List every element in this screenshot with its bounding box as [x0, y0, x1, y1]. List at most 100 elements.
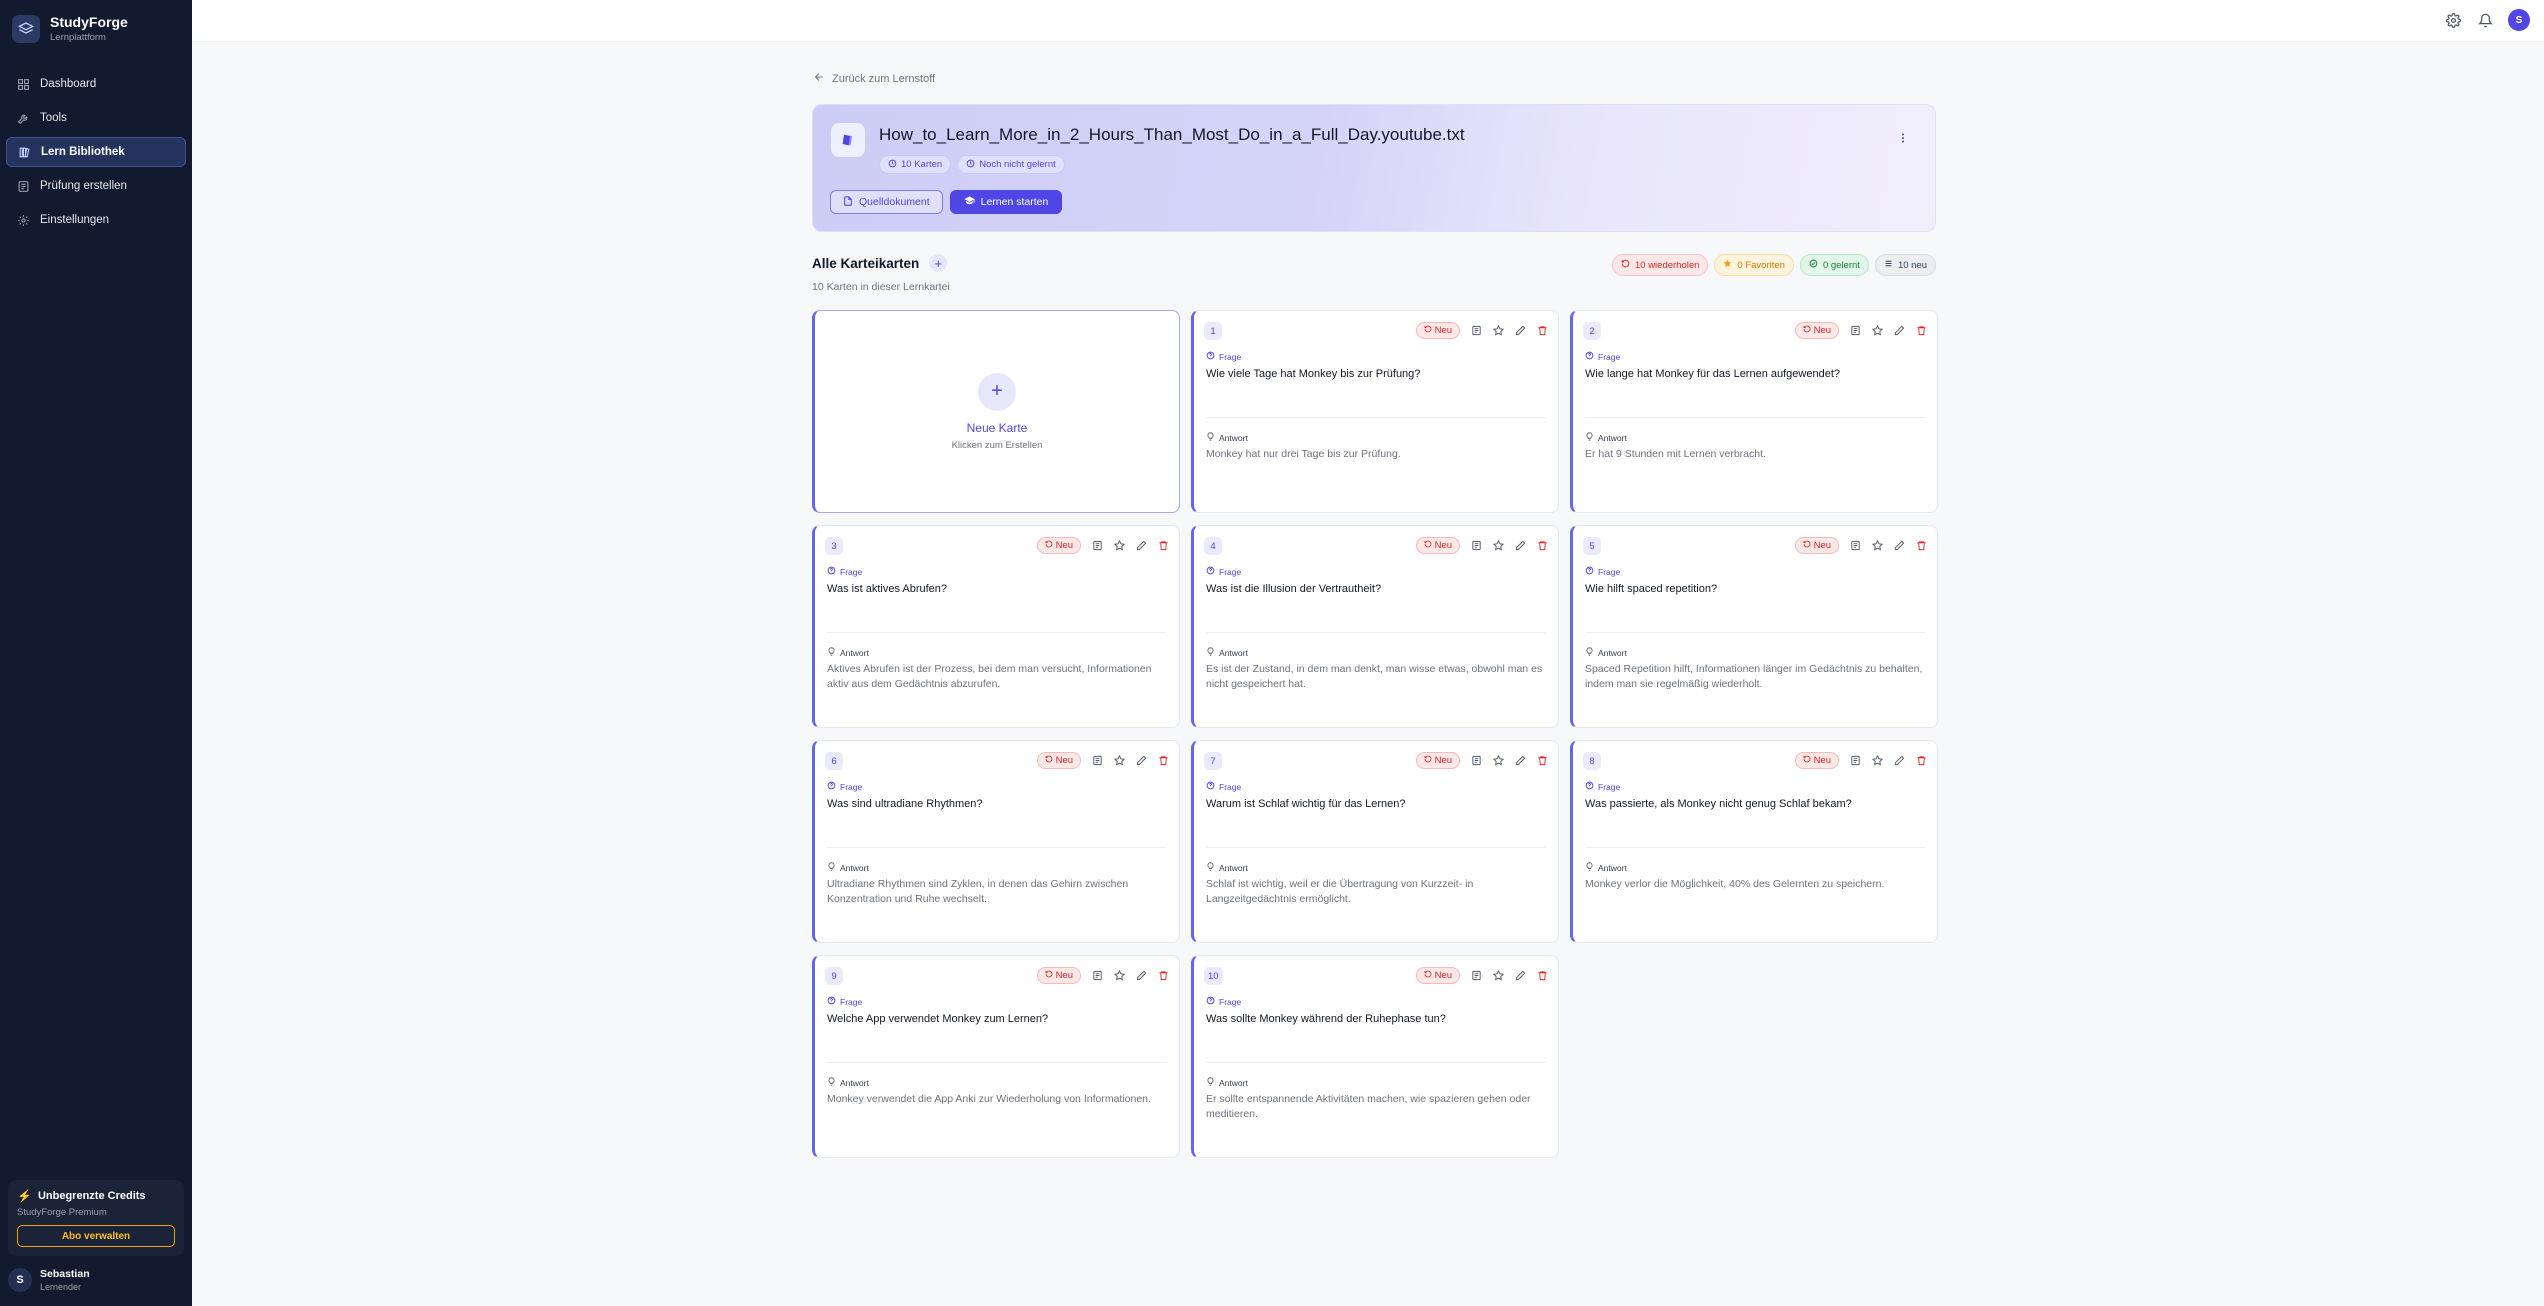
- answer-text: Monkey hat nur drei Tage bis zur Prüfung…: [1206, 448, 1401, 460]
- add-card-button[interactable]: +: [929, 254, 948, 272]
- flashcard[interactable]: 4 Neu Frage Was ist die Illusion der Ver…: [1191, 525, 1559, 728]
- question-label: Frage: [1206, 781, 1241, 792]
- filter-favorites[interactable]: 0 Favoriten: [1714, 254, 1794, 276]
- star-icon[interactable]: [1871, 540, 1883, 552]
- bell-icon[interactable]: [2476, 11, 2494, 29]
- notes-icon[interactable]: [1849, 755, 1861, 767]
- notes-icon[interactable]: [1470, 540, 1482, 552]
- star-icon[interactable]: [1492, 540, 1504, 552]
- new-status-badge[interactable]: Neu: [1036, 967, 1081, 984]
- library-icon: [17, 145, 31, 159]
- answer-label-text: Antwort: [1219, 862, 1248, 873]
- notes-icon[interactable]: [1091, 970, 1103, 982]
- flashcard[interactable]: 1 Neu Frage Wie viele Tage hat Monkey bi…: [1191, 310, 1559, 513]
- avatar[interactable]: S: [2508, 9, 2530, 31]
- notes-icon[interactable]: [1849, 325, 1861, 337]
- edit-icon[interactable]: [1514, 325, 1526, 337]
- edit-icon[interactable]: [1893, 540, 1905, 552]
- edit-icon[interactable]: [1514, 755, 1526, 767]
- new-status-badge[interactable]: Neu: [1794, 752, 1839, 769]
- star-icon[interactable]: [1113, 755, 1125, 767]
- status-label: Noch nicht gelernt: [979, 159, 1056, 170]
- flashcard[interactable]: 3 Neu Frage Was ist aktives Abrufen? Ant…: [812, 525, 1180, 728]
- new-status-badge[interactable]: Neu: [1036, 752, 1081, 769]
- question-text: Was ist aktives Abrufen?: [827, 583, 948, 595]
- trash-icon[interactable]: [1157, 540, 1169, 552]
- question-label: Frage: [1585, 566, 1620, 577]
- notes-icon[interactable]: [1470, 755, 1482, 767]
- sidebar-item-library[interactable]: Lern Bibliothek: [6, 137, 186, 167]
- notes-icon[interactable]: [1470, 970, 1482, 982]
- trash-icon[interactable]: [1157, 970, 1169, 982]
- source-document-button[interactable]: Quelldokument: [830, 190, 943, 214]
- star-icon[interactable]: [1871, 325, 1883, 337]
- edit-icon[interactable]: [1514, 540, 1526, 552]
- edit-icon[interactable]: [1514, 970, 1526, 982]
- manage-subscription-button[interactable]: Abo verwalten: [17, 1225, 175, 1247]
- star-icon[interactable]: [1871, 755, 1883, 767]
- divider: [1585, 632, 1925, 633]
- star-icon[interactable]: [1113, 540, 1125, 552]
- new-status-badge[interactable]: Neu: [1415, 752, 1460, 769]
- flashcard[interactable]: 10 Neu Frage Was sollte Monkey während d…: [1191, 955, 1559, 1158]
- divider: [1206, 1062, 1546, 1063]
- star-icon[interactable]: [1492, 325, 1504, 337]
- star-icon[interactable]: [1492, 970, 1504, 982]
- trash-icon[interactable]: [1915, 755, 1927, 767]
- filter-learned[interactable]: 0 gelernt: [1799, 254, 1869, 276]
- question-label: Frage: [1585, 781, 1620, 792]
- sidebar-item-dashboard[interactable]: Dashboard: [6, 69, 186, 99]
- new-status-badge[interactable]: Neu: [1415, 537, 1460, 554]
- trash-icon[interactable]: [1536, 540, 1548, 552]
- new-status-badge[interactable]: Neu: [1794, 537, 1839, 554]
- trash-icon[interactable]: [1915, 540, 1927, 552]
- answer-label: Antwort: [1585, 647, 1627, 658]
- edit-icon[interactable]: [1135, 755, 1147, 767]
- trash-icon[interactable]: [1157, 755, 1169, 767]
- new-status-badge[interactable]: Neu: [1415, 322, 1460, 339]
- edit-icon[interactable]: [1893, 755, 1905, 767]
- trash-icon[interactable]: [1536, 325, 1548, 337]
- trash-icon[interactable]: [1536, 755, 1548, 767]
- answer-label-text: Antwort: [1598, 647, 1627, 658]
- notes-icon[interactable]: [1849, 540, 1861, 552]
- star-icon[interactable]: [1492, 755, 1504, 767]
- flashcard[interactable]: 2 Neu Frage Wie lange hat Monkey für das…: [1570, 310, 1938, 513]
- filter-repeat[interactable]: 10 wiederholen: [1611, 254, 1709, 276]
- trash-icon[interactable]: [1536, 970, 1548, 982]
- new-status-badge[interactable]: Neu: [1415, 967, 1460, 984]
- edit-icon[interactable]: [1135, 970, 1147, 982]
- sidebar-item-tools[interactable]: Tools: [6, 103, 186, 133]
- sidebar-item-create-exam[interactable]: Prüfung erstellen: [6, 171, 186, 201]
- filter-new[interactable]: 10 neu: [1874, 254, 1936, 276]
- new-card-tile[interactable]: + Neue Karte Klicken zum Erstellen: [812, 310, 1180, 513]
- back-link[interactable]: Zurück zum Lernstoff: [813, 71, 935, 86]
- flashcard[interactable]: 8 Neu Frage Was passierte, als Monkey ni…: [1570, 740, 1938, 943]
- start-learning-button[interactable]: Lernen starten: [949, 190, 1063, 214]
- card-count-label: 10 Karten: [901, 159, 943, 170]
- notes-icon[interactable]: [1470, 325, 1482, 337]
- new-status-badge[interactable]: Neu: [1794, 322, 1839, 339]
- document-icon: [831, 123, 865, 157]
- new-status-label: Neu: [1813, 755, 1831, 766]
- gear-icon[interactable]: [2444, 11, 2462, 29]
- notes-icon[interactable]: [1091, 540, 1103, 552]
- trash-icon[interactable]: [1915, 325, 1927, 337]
- flashcard[interactable]: 5 Neu Frage Wie hilft spaced repetition?…: [1570, 525, 1938, 728]
- flashcard[interactable]: 9 Neu Frage Welche App verwendet Monkey …: [812, 955, 1180, 1158]
- brand[interactable]: StudyForge Lernplattform: [0, 0, 192, 57]
- new-status-badge[interactable]: Neu: [1036, 537, 1081, 554]
- flashcard[interactable]: 6 Neu Frage Was sind ultradiane Rhythmen…: [812, 740, 1180, 943]
- flashcard[interactable]: 7 Neu Frage Warum ist Schlaf wichtig für…: [1191, 740, 1559, 943]
- edit-icon[interactable]: [1135, 540, 1147, 552]
- sidebar-item-settings[interactable]: Einstellungen: [6, 205, 186, 235]
- more-vertical-icon[interactable]: [1897, 131, 1909, 149]
- answer-text: Schlaf ist wichtig, weil er die Übertrag…: [1206, 878, 1474, 906]
- answer-label: Antwort: [1585, 432, 1627, 443]
- star-icon[interactable]: [1113, 970, 1125, 982]
- exam-icon: [16, 179, 30, 193]
- user-profile[interactable]: S Sebastian Lernender: [8, 1268, 90, 1292]
- notes-icon[interactable]: [1091, 755, 1103, 767]
- edit-icon[interactable]: [1893, 325, 1905, 337]
- help-circle-icon: [827, 996, 836, 1007]
